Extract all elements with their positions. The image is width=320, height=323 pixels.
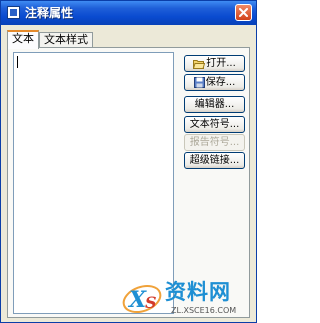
annotation-text-area[interactable] bbox=[13, 52, 174, 314]
text-symbol-button-label: 文本符号... bbox=[189, 119, 240, 130]
text-caret bbox=[17, 56, 18, 68]
open-button[interactable]: 打开... bbox=[184, 55, 245, 72]
save-button[interactable]: 保存... bbox=[184, 74, 245, 91]
title-bar[interactable]: 注释属性 bbox=[1, 1, 256, 25]
close-icon bbox=[239, 8, 248, 17]
editor-button-label: 编辑器... bbox=[194, 99, 235, 110]
annotation-properties-dialog: 注释属性 文本 文本样式 打开... 保存... 编辑器... 文本符号... … bbox=[0, 0, 257, 323]
hyperlink-button[interactable]: 超级链接... bbox=[184, 152, 245, 169]
tab-text-style[interactable]: 文本样式 bbox=[39, 32, 93, 47]
text-symbol-button[interactable]: 文本符号... bbox=[184, 116, 245, 133]
watermark: X S 资料网 ZL.XSCE16.COM bbox=[121, 278, 256, 322]
watermark-logo-icon: X S bbox=[122, 284, 162, 314]
folder-open-icon bbox=[193, 59, 206, 69]
save-button-label: 保存... bbox=[205, 77, 236, 88]
app-icon bbox=[7, 6, 20, 19]
floppy-disk-icon bbox=[193, 77, 205, 88]
watermark-url: ZL.XSCE16.COM bbox=[171, 306, 237, 315]
report-symbol-button: 报告符号... bbox=[184, 134, 245, 151]
svg-text:S: S bbox=[145, 293, 157, 312]
watermark-brand: 资料网 bbox=[165, 280, 231, 304]
window-title: 注释属性 bbox=[25, 6, 74, 20]
tab-text[interactable]: 文本 bbox=[7, 30, 39, 49]
editor-button[interactable]: 编辑器... bbox=[184, 96, 245, 113]
report-symbol-button-label: 报告符号... bbox=[189, 137, 240, 148]
svg-text:X: X bbox=[127, 287, 147, 313]
hyperlink-button-label: 超级链接... bbox=[189, 155, 240, 166]
close-button[interactable] bbox=[235, 4, 252, 21]
open-button-label: 打开... bbox=[206, 58, 236, 69]
